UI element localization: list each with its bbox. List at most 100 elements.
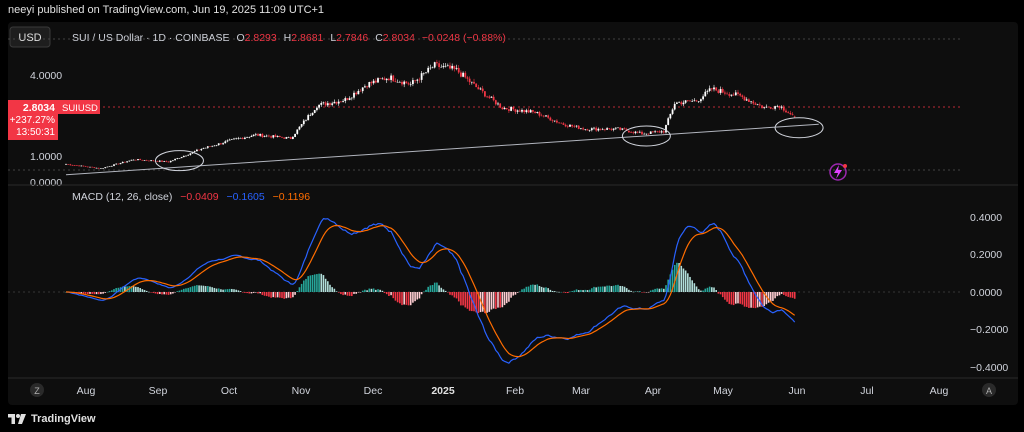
candle-body xyxy=(97,167,100,169)
candle-body xyxy=(263,136,266,137)
candle xyxy=(174,158,176,161)
candle-body xyxy=(215,145,218,146)
histogram-bar xyxy=(619,285,621,292)
candle xyxy=(451,63,454,71)
candle xyxy=(534,111,536,114)
candle-body xyxy=(446,65,449,67)
support-ellipse[interactable] xyxy=(774,117,824,139)
histogram-bar xyxy=(102,292,104,294)
histogram-bar xyxy=(597,286,600,292)
candle xyxy=(156,160,159,162)
candle-body xyxy=(691,101,694,102)
candle xyxy=(359,88,362,92)
candle-body xyxy=(601,129,604,131)
candle-body xyxy=(401,81,403,85)
auto-scale-button[interactable]: A xyxy=(982,383,996,397)
histogram-bar xyxy=(582,290,584,292)
histogram-bar xyxy=(649,290,652,292)
candle xyxy=(510,106,512,112)
support-ellipse[interactable] xyxy=(154,150,204,172)
candle xyxy=(623,127,626,130)
candle xyxy=(296,129,299,135)
candle-body xyxy=(252,134,255,137)
histogram-bar xyxy=(708,286,711,292)
histogram-bar xyxy=(739,292,741,304)
candle-body xyxy=(791,114,794,115)
candle xyxy=(569,124,571,127)
candle xyxy=(601,127,604,131)
candle xyxy=(617,127,619,129)
candle-body xyxy=(348,98,351,100)
chart-container[interactable]: USD SUI / US Dollar · 1D · COINBASE O2.8… xyxy=(8,22,1018,405)
candle xyxy=(158,160,161,163)
candle-body xyxy=(704,91,707,97)
histogram-bar xyxy=(283,292,285,299)
candle-body xyxy=(632,132,635,134)
price-axis-label: 0.0000 xyxy=(30,177,62,189)
candle xyxy=(612,128,615,132)
candle-body xyxy=(80,165,83,167)
histogram-bar xyxy=(697,289,700,292)
candle-body xyxy=(150,160,152,161)
candle-body xyxy=(787,112,790,113)
histogram-bar xyxy=(270,292,272,298)
currency-button[interactable]: USD xyxy=(9,26,51,48)
candle xyxy=(671,108,674,116)
badge-symbol: SUIUSD xyxy=(62,103,98,114)
chart-svg[interactable]: USD SUI / US Dollar · 1D · COINBASE O2.8… xyxy=(8,22,1018,405)
candle xyxy=(374,78,377,84)
candle-body xyxy=(763,107,766,109)
candle xyxy=(460,70,462,78)
time-axis-label: Dec xyxy=(364,385,383,397)
histogram-bar xyxy=(285,292,288,299)
candle xyxy=(564,123,567,128)
badge-countdown: 13:50:31 xyxy=(16,127,55,138)
candle-body xyxy=(686,100,689,101)
candle-body xyxy=(730,94,733,96)
lightning-icon[interactable] xyxy=(829,163,847,181)
histogram-bar xyxy=(556,291,558,293)
candle xyxy=(706,89,709,95)
candle-body xyxy=(217,143,220,146)
histogram-bar xyxy=(717,292,720,294)
histogram-bar xyxy=(104,292,107,293)
histogram-bar xyxy=(344,292,347,295)
candle xyxy=(462,71,464,78)
macd-legend: MACD (12, 26, close) −0.0409 −0.1605 −0.… xyxy=(72,191,310,203)
candle xyxy=(765,104,768,109)
candle xyxy=(398,80,401,83)
candle-body xyxy=(488,96,491,98)
histogram-bar xyxy=(161,292,163,295)
candle xyxy=(235,137,238,140)
candle-body xyxy=(292,136,294,139)
candle-body xyxy=(110,165,113,167)
zoom-button[interactable]: Z xyxy=(30,383,44,397)
candle xyxy=(215,144,218,147)
candle-body xyxy=(204,147,207,149)
candle-body xyxy=(676,102,678,104)
histogram-bar xyxy=(248,292,251,294)
candle xyxy=(78,165,80,167)
candle-body xyxy=(394,81,397,83)
candle-body xyxy=(368,82,371,88)
candle xyxy=(523,109,526,114)
candle xyxy=(470,81,473,85)
candle xyxy=(80,165,83,167)
histogram-bar xyxy=(226,289,229,292)
histogram-bar xyxy=(732,292,735,306)
candle xyxy=(721,87,724,94)
candle-body xyxy=(91,166,94,168)
histogram-bar xyxy=(427,286,429,292)
histogram-bar xyxy=(514,292,517,295)
auto-scale-label: A xyxy=(986,386,992,396)
candle-body xyxy=(121,161,124,164)
candle xyxy=(82,165,85,167)
candle-body xyxy=(422,72,425,74)
candle-body xyxy=(235,138,238,140)
candle-body xyxy=(449,65,451,69)
macd-histogram xyxy=(65,262,796,314)
support-trendline[interactable] xyxy=(65,123,819,176)
histogram-bar xyxy=(180,289,183,292)
candle-body xyxy=(370,82,373,84)
histogram-bar xyxy=(752,292,755,308)
